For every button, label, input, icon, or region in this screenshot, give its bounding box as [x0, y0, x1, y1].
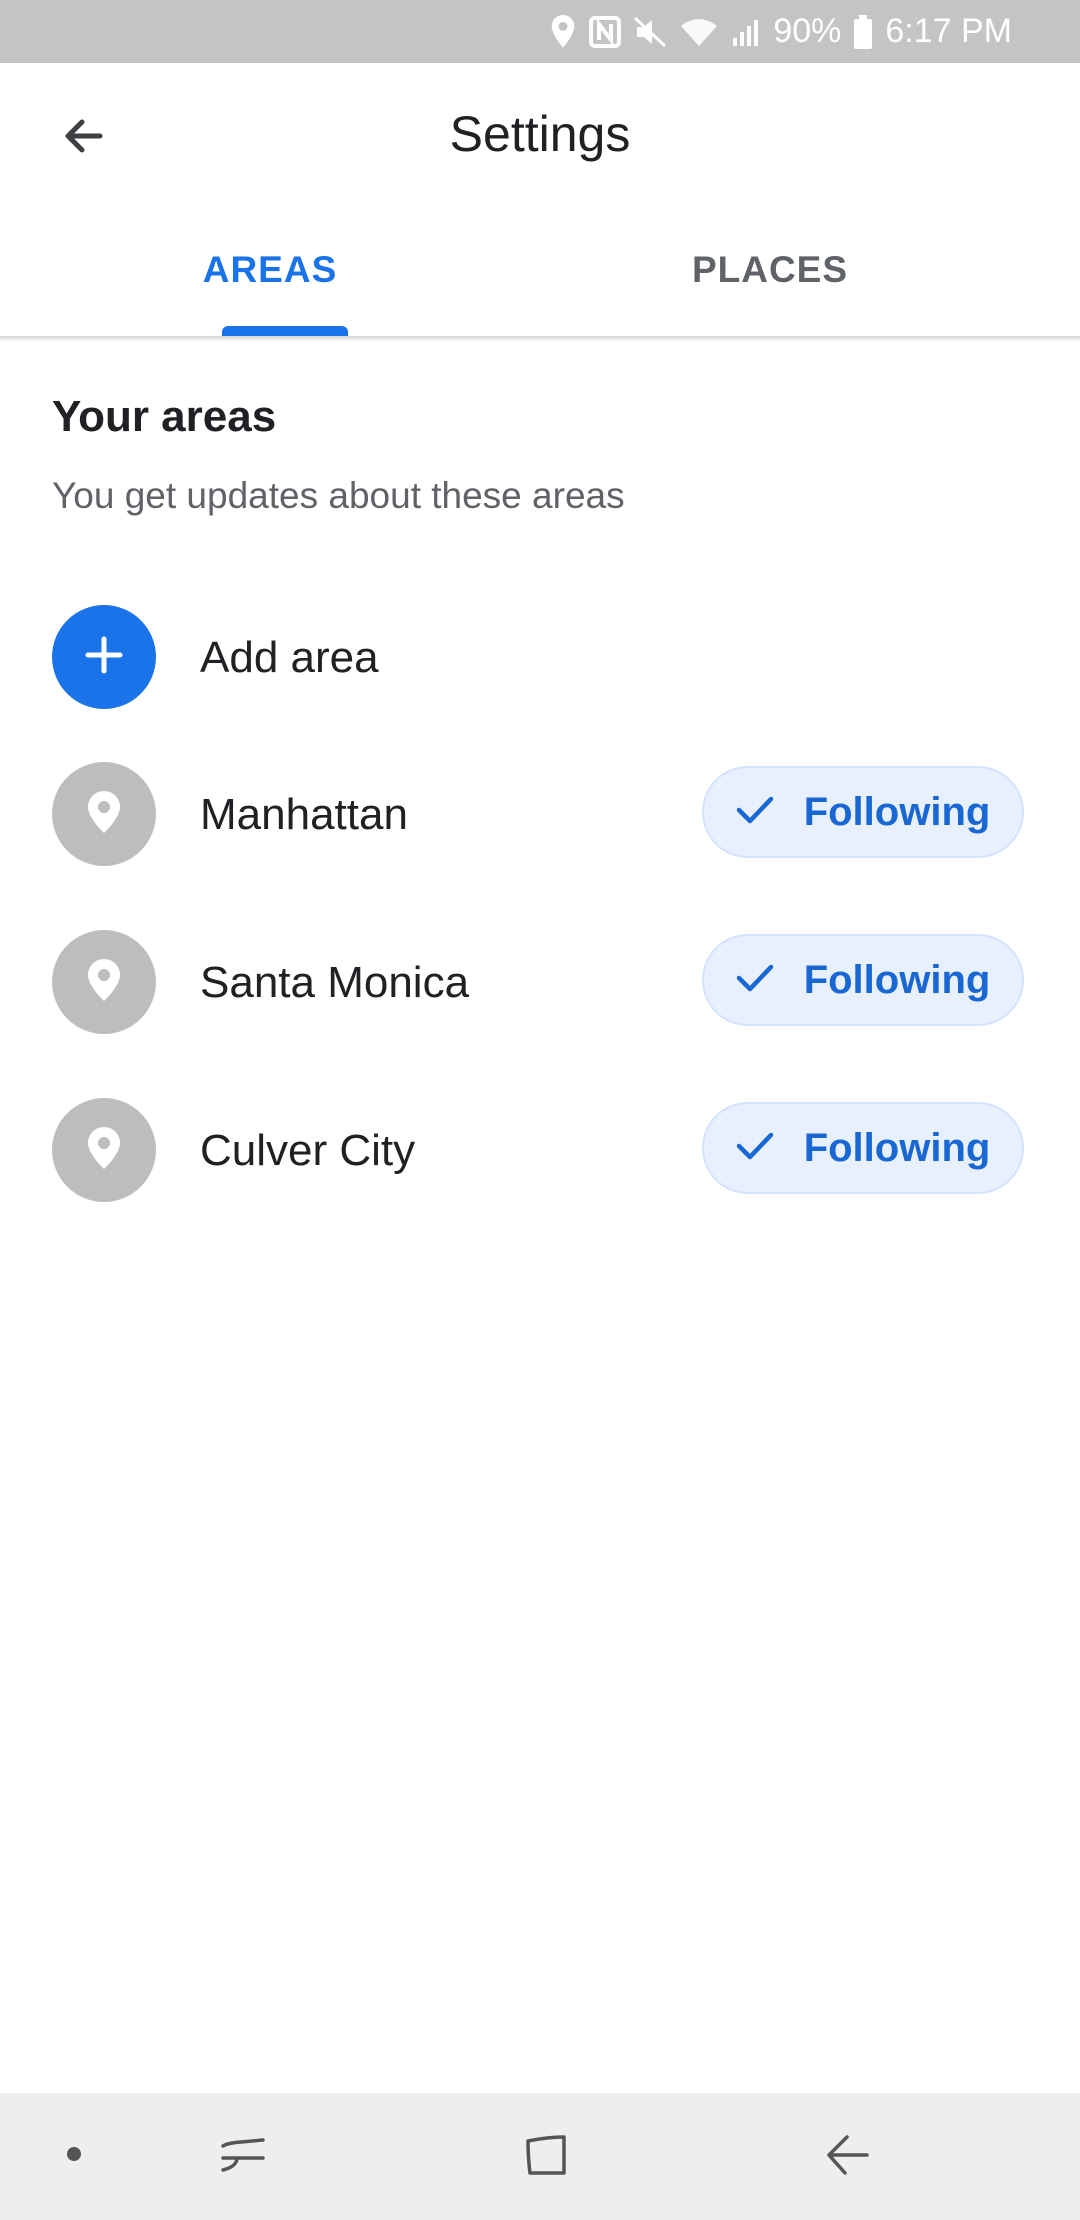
dot-icon — [66, 2146, 82, 2167]
area-name: Manhattan — [200, 790, 408, 839]
home-button[interactable] — [495, 2093, 595, 2220]
nfc-icon — [589, 15, 622, 48]
tab-selected-indicator — [222, 326, 348, 336]
place-pin-icon — [84, 789, 124, 840]
following-label: Following — [803, 957, 991, 1002]
location-icon — [549, 14, 577, 50]
mute-icon — [633, 16, 667, 48]
battery-percent: 90% — [773, 12, 842, 50]
area-name: Culver City — [200, 1126, 416, 1175]
plus-icon — [82, 633, 126, 682]
following-label: Following — [803, 1125, 991, 1170]
area-row-santa-monica[interactable]: Santa Monica Following — [0, 930, 1080, 1040]
section-title: Your areas — [52, 392, 277, 441]
area-row-culver-city[interactable]: Culver City Following — [0, 1098, 1080, 1208]
check-icon — [736, 1126, 774, 1171]
place-pin-icon — [84, 957, 124, 1008]
following-button[interactable]: Following — [702, 1102, 1024, 1194]
system-nav-bar — [0, 2093, 1080, 2220]
area-avatar — [52, 762, 156, 866]
add-area-button[interactable] — [52, 605, 156, 709]
wifi-icon — [679, 16, 719, 48]
back-nav-button[interactable] — [798, 2093, 898, 2220]
signal-icon — [731, 16, 761, 48]
following-button[interactable]: Following — [702, 766, 1024, 858]
add-area-row[interactable]: Add area — [0, 605, 1080, 715]
nav-dot-button[interactable] — [24, 2093, 124, 2220]
back-nav-icon — [823, 2129, 873, 2184]
status-icons: 90% 6:17 PM — [549, 0, 1012, 63]
app-bar: Settings — [0, 63, 1080, 203]
status-bar: 90% 6:17 PM — [0, 0, 1080, 63]
home-icon — [520, 2129, 570, 2184]
battery-icon — [853, 14, 873, 49]
following-label: Following — [803, 789, 991, 834]
area-name: Santa Monica — [200, 958, 470, 1007]
recents-icon — [219, 2130, 267, 2183]
following-button[interactable]: Following — [702, 934, 1024, 1026]
place-pin-icon — [84, 1125, 124, 1176]
area-row-manhattan[interactable]: Manhattan Following — [0, 762, 1080, 872]
area-avatar — [52, 930, 156, 1034]
add-area-label[interactable]: Add area — [200, 633, 379, 683]
page-title: Settings — [449, 106, 631, 162]
recents-button[interactable] — [193, 2093, 293, 2220]
check-icon — [736, 958, 774, 1003]
tab-areas[interactable]: AREAS — [0, 203, 540, 336]
section-subtitle: You get updates about these areas — [52, 475, 625, 516]
tab-bar: AREAS PLACES — [0, 203, 1080, 338]
check-icon — [736, 790, 774, 835]
tab-places[interactable]: PLACES — [500, 203, 1040, 336]
clock: 6:17 PM — [885, 12, 1012, 50]
area-avatar — [52, 1098, 156, 1202]
